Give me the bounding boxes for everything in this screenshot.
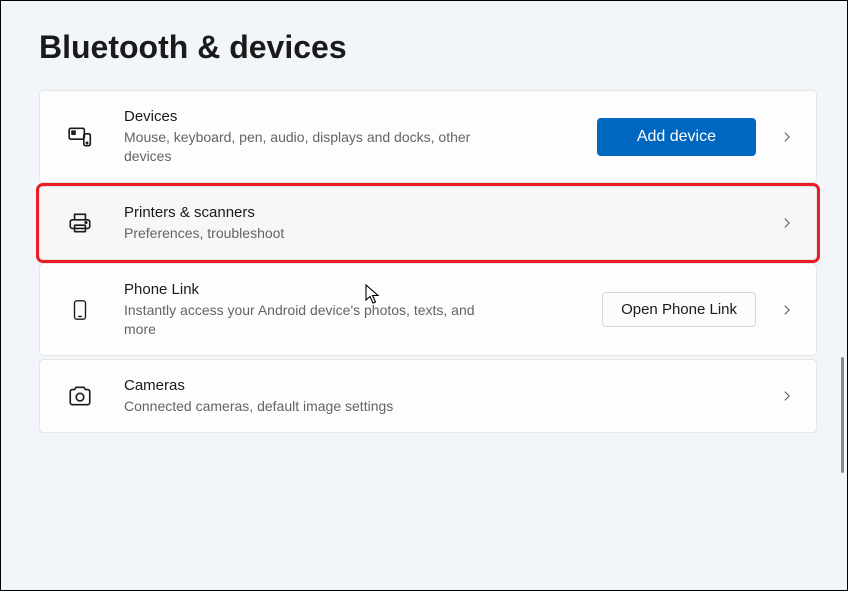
printer-icon <box>66 209 94 237</box>
page-title: Bluetooth & devices <box>1 1 847 90</box>
cameras-title: Cameras <box>124 376 780 396</box>
phone-link-subtitle: Instantly access your Android device's p… <box>124 301 484 339</box>
devices-card[interactable]: Devices Mouse, keyboard, pen, audio, dis… <box>39 90 817 183</box>
cameras-subtitle: Connected cameras, default image setting… <box>124 397 484 416</box>
settings-card-list: Devices Mouse, keyboard, pen, audio, dis… <box>1 90 847 433</box>
phone-link-card[interactable]: Phone Link Instantly access your Android… <box>39 263 817 356</box>
phone-link-title: Phone Link <box>124 280 602 300</box>
devices-title: Devices <box>124 107 597 127</box>
phone-icon <box>66 296 94 324</box>
chevron-right-icon <box>780 216 794 230</box>
scrollbar[interactable] <box>841 357 844 473</box>
printers-scanners-card[interactable]: Printers & scanners Preferences, trouble… <box>39 186 817 260</box>
chevron-right-icon <box>780 303 794 317</box>
devices-subtitle: Mouse, keyboard, pen, audio, displays an… <box>124 128 484 166</box>
printers-subtitle: Preferences, troubleshoot <box>124 224 484 243</box>
printers-title: Printers & scanners <box>124 203 780 223</box>
devices-icon <box>66 123 94 151</box>
chevron-right-icon <box>780 389 794 403</box>
camera-icon <box>66 382 94 410</box>
cameras-card[interactable]: Cameras Connected cameras, default image… <box>39 359 817 433</box>
open-phone-link-button[interactable]: Open Phone Link <box>602 292 756 327</box>
chevron-right-icon <box>780 130 794 144</box>
add-device-button[interactable]: Add device <box>597 118 756 156</box>
